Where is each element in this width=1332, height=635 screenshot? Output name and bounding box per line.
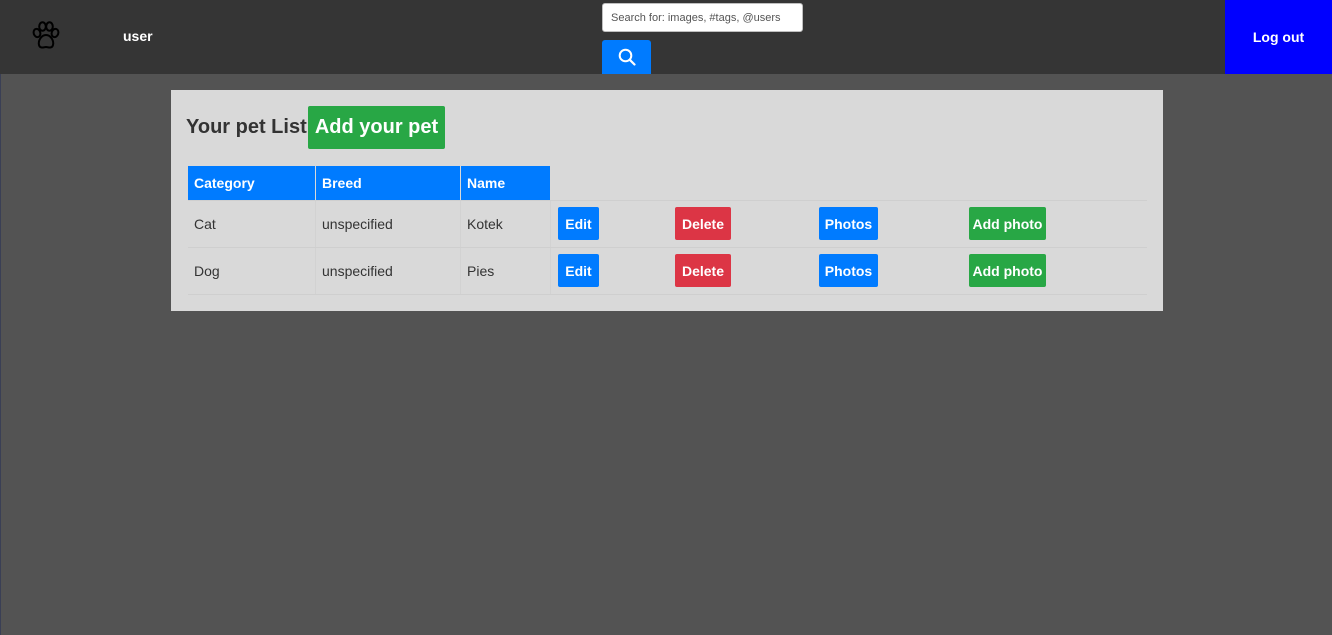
cell-name: Kotek <box>467 216 503 232</box>
cell-category: Dog <box>194 263 220 279</box>
add-photo-button[interactable]: Add photo <box>969 254 1046 287</box>
edit-button[interactable]: Edit <box>558 207 599 240</box>
cell-category: Cat <box>194 216 216 232</box>
cell-divider <box>550 201 551 247</box>
left-edge-divider <box>0 74 1 635</box>
cell-name: Pies <box>467 263 495 279</box>
search-button[interactable] <box>602 40 651 74</box>
page-title: Your pet List <box>186 116 307 138</box>
photos-button[interactable]: Photos <box>819 207 878 240</box>
logout-button[interactable]: Log out <box>1225 0 1332 74</box>
column-header-name: Name <box>461 166 550 200</box>
username[interactable]: user <box>123 27 153 45</box>
delete-button[interactable]: Delete <box>675 254 731 287</box>
cell-breed: unspecified <box>322 263 393 279</box>
add-pet-button[interactable]: Add your pet <box>308 106 445 149</box>
cell-divider <box>550 248 551 294</box>
search-icon <box>602 48 651 66</box>
add-photo-button[interactable]: Add photo <box>969 207 1046 240</box>
column-header-breed: Breed <box>316 166 460 200</box>
delete-button[interactable]: Delete <box>675 207 731 240</box>
cell-breed: unspecified <box>322 216 393 232</box>
paw-icon[interactable] <box>31 21 61 51</box>
photos-button[interactable]: Photos <box>819 254 878 287</box>
search-input[interactable] <box>602 3 803 32</box>
navbar: user Log out <box>0 0 1332 74</box>
table-row: Cat unspecified Kotek Edit Delete Photos… <box>188 200 1147 247</box>
column-header-category: Category <box>188 166 315 200</box>
edit-button[interactable]: Edit <box>558 254 599 287</box>
pet-list-panel: Your pet List Add your pet Category Bree… <box>171 90 1163 311</box>
table-row: Dog unspecified Pies Edit Delete Photos … <box>188 247 1147 295</box>
